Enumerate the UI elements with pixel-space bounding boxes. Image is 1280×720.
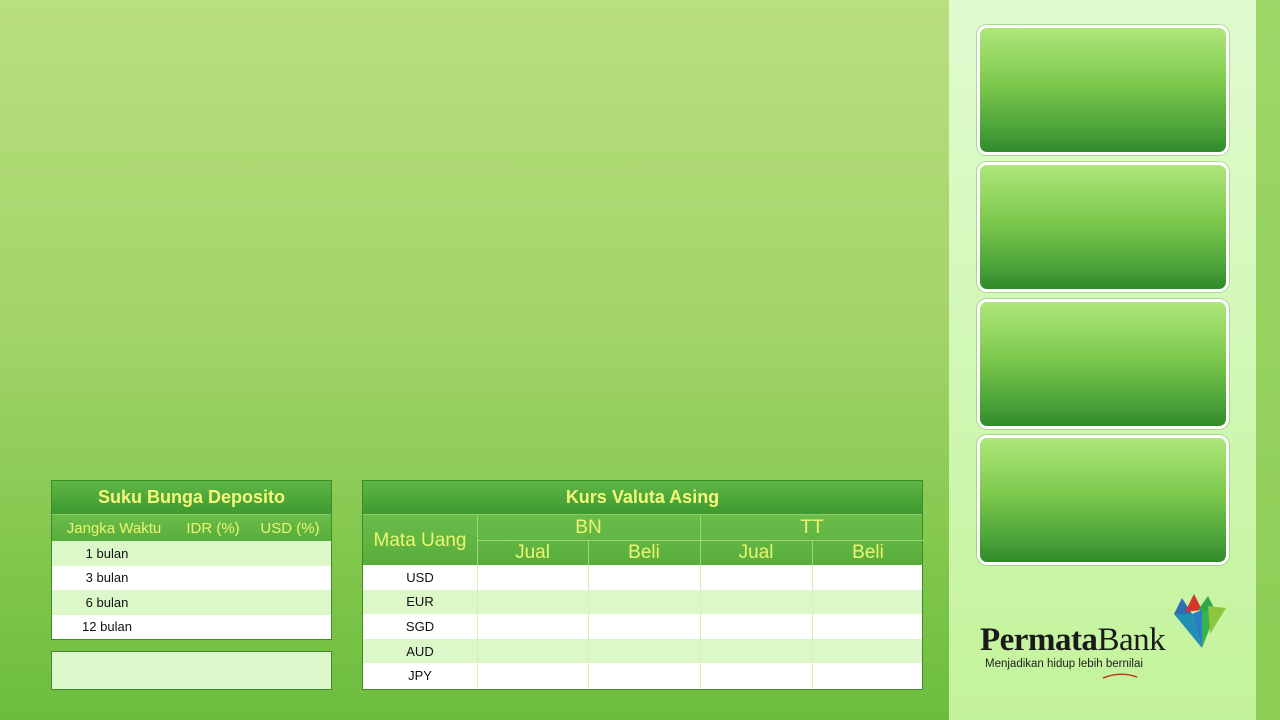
header-tt-jual: Jual: [738, 542, 774, 563]
header-bn-jual: Jual: [515, 542, 550, 563]
logo-tagline: Menjadikan hidup lebih bernilai: [985, 658, 1143, 670]
permatabank-logo: PermataBank Menjadikan hidup lebih berni…: [980, 592, 1230, 682]
table-row: 6 bulan: [52, 590, 331, 615]
tagline-swoosh-icon: [1102, 673, 1138, 679]
term-label: 1 bulan: [85, 545, 129, 561]
table-row: 3 bulan: [52, 565, 331, 590]
deposit-table-header: Jangka Waktu IDR (%) USD (%): [52, 514, 331, 541]
right-edge-strip: [1256, 0, 1280, 720]
exchange-rate-table: Kurs Valuta Asing Mata Uang BN TT Jual B…: [362, 480, 924, 690]
currency-label: SGD: [405, 618, 435, 634]
promo-card-4[interactable]: [977, 435, 1229, 565]
currency-label: USD: [406, 569, 434, 585]
table-row: USD: [363, 565, 922, 590]
header-idr: IDR (%): [186, 519, 240, 537]
deposit-rate-table: Suku Bunga Deposito Jangka Waktu IDR (%)…: [51, 480, 332, 640]
exchange-table-title: Kurs Valuta Asing: [363, 481, 922, 514]
table-row: 12 bulan: [52, 614, 331, 639]
diamond-logo-icon: [1174, 594, 1226, 648]
currency-label: AUD: [406, 643, 434, 659]
header-divider: [588, 540, 589, 566]
term-label: 6 bulan: [85, 594, 129, 610]
table-row: SGD: [363, 614, 922, 639]
header-divider: [477, 540, 924, 541]
header-tt-beli: Beli: [852, 542, 884, 563]
header-bn-beli: Beli: [628, 542, 660, 563]
header-divider: [812, 540, 813, 566]
logo-name-bold: Permata: [980, 622, 1098, 658]
deposit-table-title: Suku Bunga Deposito: [52, 481, 331, 514]
logo-wordmark: PermataBank: [980, 622, 1166, 659]
currency-label: EUR: [406, 594, 434, 610]
header-usd: USD (%): [260, 519, 320, 537]
table-row: EUR: [363, 589, 922, 615]
table-row: AUD: [363, 638, 922, 664]
promo-card-3[interactable]: [977, 299, 1229, 429]
header-mata-uang: Mata Uang: [373, 529, 467, 551]
header-group-tt: TT: [800, 516, 824, 538]
table-row: 1 bulan: [52, 541, 331, 566]
exchange-table-body: USD EUR SGD AUD JPY: [363, 565, 922, 688]
currency-label: JPY: [408, 668, 432, 684]
exchange-table-header: Mata Uang BN TT Jual Beli Jual Beli: [363, 514, 924, 566]
table-row: JPY: [363, 663, 922, 688]
term-label: 12 bulan: [82, 619, 132, 635]
term-label: 3 bulan: [85, 570, 129, 586]
promo-card-1[interactable]: [977, 25, 1229, 155]
header-jangka-waktu: Jangka Waktu: [66, 519, 162, 537]
deposit-footer-box: [51, 651, 332, 690]
promo-card-2[interactable]: [977, 162, 1229, 292]
header-group-bn: BN: [575, 516, 602, 538]
logo-name-light: Bank: [1097, 622, 1166, 658]
